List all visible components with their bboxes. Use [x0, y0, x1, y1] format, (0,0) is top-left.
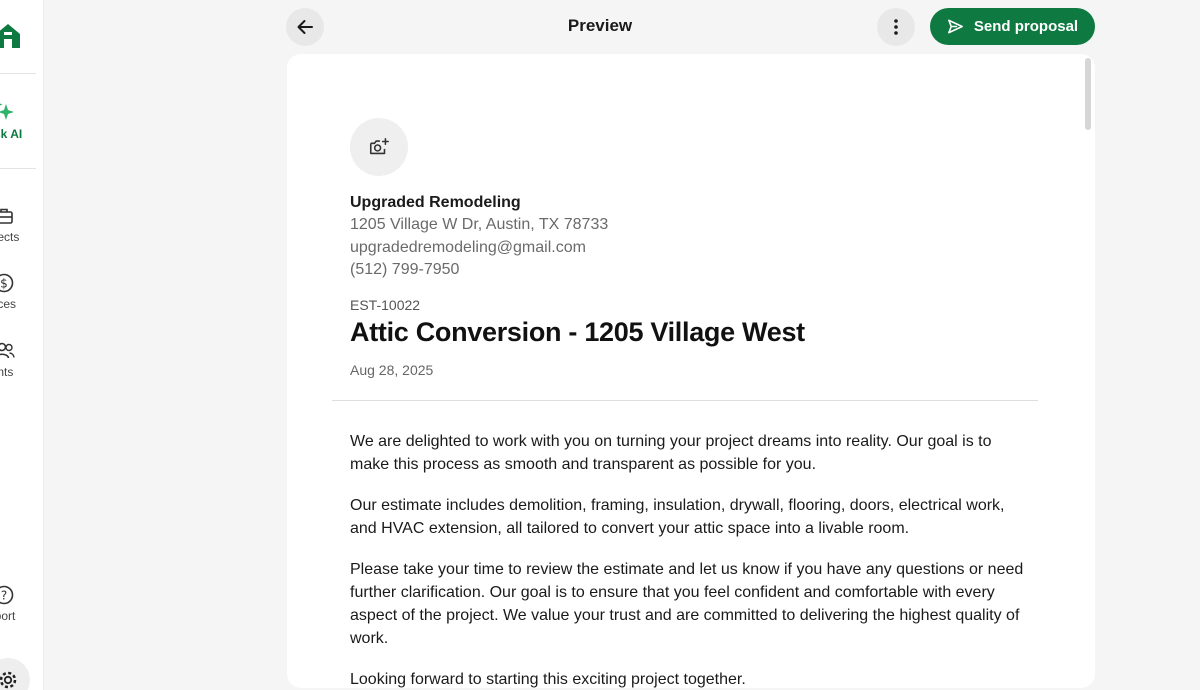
arrow-left-icon [297, 20, 313, 34]
proposal-body: We are delighted to work with you on tur… [350, 430, 1030, 688]
users-icon [0, 342, 15, 359]
sidebar-item-label: oices [0, 297, 17, 311]
sidebar-divider [0, 168, 36, 169]
add-photo-icon [369, 137, 389, 155]
sidebar-item-label: pport [0, 609, 16, 623]
company-phone: (512) 799-7950 [350, 261, 460, 278]
sidebar-item-invoices[interactable]: $ oices [0, 272, 43, 314]
svg-text:?: ? [1, 589, 7, 603]
add-logo-button[interactable] [350, 118, 408, 176]
section-divider [332, 400, 1038, 401]
sidebar-item-support[interactable]: ? pport [0, 584, 43, 626]
settings-button[interactable] [0, 658, 30, 690]
sidebar-divider [0, 73, 36, 74]
proposal-paragraph: We are delighted to work with you on tur… [350, 433, 992, 473]
sidebar-item-projects[interactable]: ojects [0, 205, 43, 247]
page-title: Preview [567, 16, 633, 35]
dollar-icon: $ [0, 273, 14, 293]
gear-icon [0, 671, 17, 689]
proposal-paragraph: Looking forward to starting this excitin… [350, 671, 746, 688]
sidebar-item-clients[interactable]: ients [0, 340, 43, 382]
send-proposal-label: Send proposal [973, 18, 1079, 35]
more-vertical-icon [894, 19, 898, 35]
sidebar-item-label: ojects [0, 230, 20, 244]
back-button[interactable] [286, 8, 324, 46]
estimate-number: EST-10022 [350, 297, 421, 313]
sidebar-item-label: ients [0, 365, 14, 379]
company-address: 1205 Village W Dr, Austin, TX 78733 [350, 216, 609, 233]
estimate-date: Aug 28, 2025 [350, 362, 434, 378]
company-info: Upgraded Remodeling 1205 Village W Dr, A… [350, 192, 608, 282]
send-proposal-button[interactable]: Send proposal [930, 8, 1095, 45]
sidebar-item-label: sk AI [0, 127, 23, 141]
toolbox-icon [0, 208, 13, 224]
send-icon [947, 19, 963, 34]
estimate-title: Attic Conversion - 1205 Village West [350, 317, 805, 347]
company-name: Upgraded Remodeling [350, 194, 521, 211]
proposal-paragraph: Our estimate includes demolition, framin… [350, 497, 1005, 537]
sidebar-item-ask-ai[interactable]: sk AI [0, 100, 43, 145]
company-email: upgradedremodeling@gmail.com [350, 238, 586, 256]
help-icon: ? [0, 585, 14, 605]
top-bar: Preview Send proposal [44, 0, 1200, 54]
preview-scrollbar[interactable] [1085, 58, 1091, 130]
more-options-button[interactable] [877, 8, 915, 46]
proposal-paragraph: Please take your time to review the esti… [350, 561, 1024, 647]
sidebar: sk AI ojects $ oices ients ? pport [0, 0, 44, 690]
svg-text:$: $ [0, 277, 8, 291]
sparkle-icon [0, 103, 14, 120]
app-logo-icon[interactable] [0, 22, 22, 50]
proposal-preview: Upgraded Remodeling 1205 Village W Dr, A… [287, 54, 1095, 688]
